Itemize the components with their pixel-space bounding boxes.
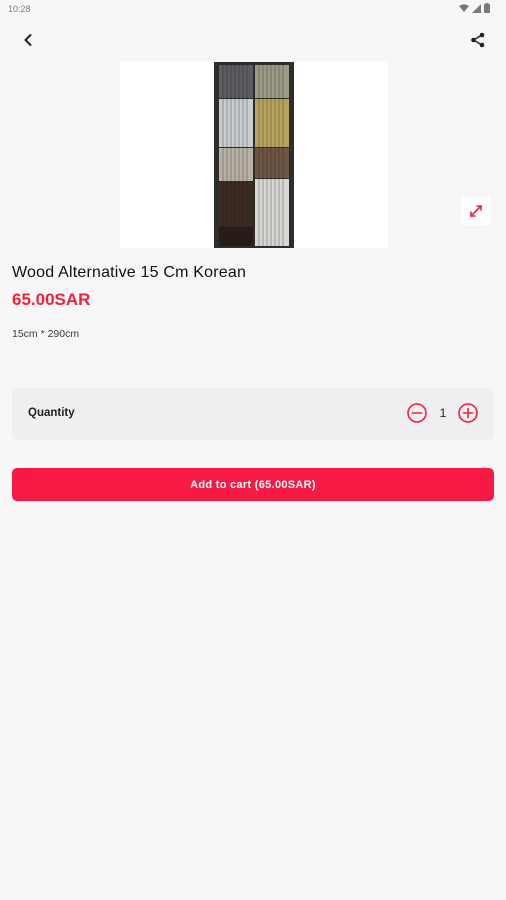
product-title: Wood Alternative 15 Cm Korean [12, 264, 247, 281]
chevron-left-icon [24, 34, 32, 46]
status-bar: 10:28 [0, 0, 506, 20]
quantity-selector: Quantity 1 [12, 388, 494, 440]
plus-circle-icon [458, 403, 478, 423]
share-icon [471, 32, 485, 48]
signal-icon [472, 3, 481, 13]
increase-quantity-button[interactable] [457, 402, 479, 424]
minus-circle-icon [407, 403, 427, 423]
expand-image-button[interactable] [462, 197, 490, 225]
add-to-cart-button[interactable]: Add to cart (65.00SAR) [12, 468, 494, 501]
product-price: 65.00SAR [12, 290, 91, 309]
product-photo [214, 62, 294, 248]
battery-icon [484, 3, 490, 13]
status-icons [459, 3, 490, 13]
back-button[interactable] [13, 25, 43, 55]
product-description: 15cm * 290cm [12, 328, 80, 340]
status-time: 10:28 [8, 4, 31, 14]
quantity-value: 1 [439, 406, 447, 420]
product-image[interactable] [120, 62, 388, 248]
quantity-label: Quantity [28, 407, 75, 419]
wood-swatch-graphic [214, 62, 294, 248]
wifi-icon [459, 3, 469, 12]
decrease-quantity-button[interactable] [406, 402, 428, 424]
app-bar [0, 22, 506, 62]
expand-icon [470, 205, 482, 217]
share-button[interactable] [463, 25, 493, 55]
